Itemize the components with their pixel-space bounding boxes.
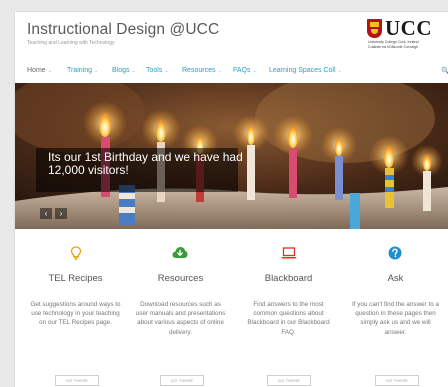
card-description: Get suggestions around ways to use techn… [30, 301, 121, 327]
go-there-button-resources[interactable]: GO THERE [160, 375, 204, 386]
nav-label: Training [67, 67, 93, 74]
card-description: If you can't find the answer to a questi… [352, 301, 439, 336]
card-description: Download resources such as user manuals … [135, 301, 226, 336]
chevron-down-icon: ⌄ [337, 68, 342, 74]
previous-slide-button[interactable]: ‹ [40, 208, 52, 219]
logo-text: UCC [385, 16, 432, 40]
nav-label: Learning Spaces Coll [269, 67, 336, 74]
ucc-logo[interactable]: UCC University College Cork, Ireland Col… [367, 16, 447, 49]
chevron-down-icon: ⌄ [94, 68, 99, 74]
main-nav: Home ⌄ Training ⌄ Blogs ⌄ Tools ⌄ Resources ⌄… [15, 67, 448, 81]
chevron-down-icon: ⌄ [131, 68, 136, 74]
nav-item-blogs[interactable]: Blogs ⌄ [112, 67, 136, 74]
chevron-down-icon: ⌄ [217, 68, 222, 74]
search-icon[interactable]: 🔍 [441, 67, 448, 75]
card-icon-wrap [23, 246, 128, 260]
slide-caption[interactable]: Its our 1st Birthday and we have had 12,… [48, 151, 248, 177]
nav-label: Resources [182, 67, 216, 74]
logo-subtitle-irish: Coláiste na hOllscoile Corcaigh [368, 45, 418, 49]
hero-slider: Its our 1st Birthday and we have had 12,… [15, 83, 448, 229]
chevron-down-icon: ⌄ [252, 68, 257, 74]
laptop-icon [281, 247, 297, 259]
card-title[interactable]: Ask [343, 273, 448, 284]
chevron-down-icon: ⌄ [47, 68, 52, 74]
card-icon-wrap [128, 246, 233, 260]
lightbulb-icon [70, 246, 82, 260]
card-resources: Resources Download resources such as use… [128, 246, 233, 337]
card-tel-recipes: TEL Recipes Get suggestions around ways … [23, 246, 128, 328]
nav-item-training[interactable]: Training ⌄ [67, 67, 98, 74]
chevron-down-icon: ⌄ [164, 68, 169, 74]
next-slide-button[interactable]: › [55, 208, 67, 219]
cloud-download-icon [172, 247, 188, 258]
card-blackboard: Blackboard Find answers to the most comm… [236, 246, 341, 337]
nav-label: Blogs [112, 67, 130, 74]
nav-item-tools[interactable]: Tools ⌄ [146, 67, 169, 74]
nav-label: Home [27, 67, 46, 74]
card-title[interactable]: TEL Recipes [23, 273, 128, 284]
nav-item-faqs[interactable]: FAQs ⌄ [233, 67, 257, 74]
nav-item-resources[interactable]: Resources ⌄ [182, 67, 222, 74]
card-title[interactable]: Resources [128, 273, 233, 284]
crest-icon [367, 19, 382, 38]
site-tagline: Teaching and Learning with Technology [27, 40, 115, 46]
go-there-button-blackboard[interactable]: GO THERE [267, 375, 311, 386]
go-there-button-ask[interactable]: GO THERE [375, 375, 419, 386]
nav-item-home[interactable]: Home ⌄ [27, 67, 52, 74]
nav-label: Tools [146, 67, 163, 74]
site-title[interactable]: Instructional Design @UCC [27, 21, 219, 39]
nav-label: FAQs [233, 67, 251, 74]
logo-subtitle-english: University College Cork, Ireland [368, 40, 419, 44]
go-there-button-tel-recipes[interactable]: GO THERE [55, 375, 99, 386]
card-description: Find answers to the most common question… [247, 301, 330, 336]
site-header: Instructional Design @UCC Teaching and L… [15, 12, 448, 62]
card-ask: Ask If you can't find the answer to a qu… [343, 246, 448, 337]
question-circle-icon [388, 246, 402, 260]
page-container: Instructional Design @UCC Teaching and L… [15, 12, 448, 387]
card-icon-wrap [236, 246, 341, 260]
nav-item-learning-spaces[interactable]: Learning Spaces Coll ⌄ [269, 67, 342, 74]
card-icon-wrap [343, 246, 448, 260]
card-title[interactable]: Blackboard [236, 273, 341, 284]
